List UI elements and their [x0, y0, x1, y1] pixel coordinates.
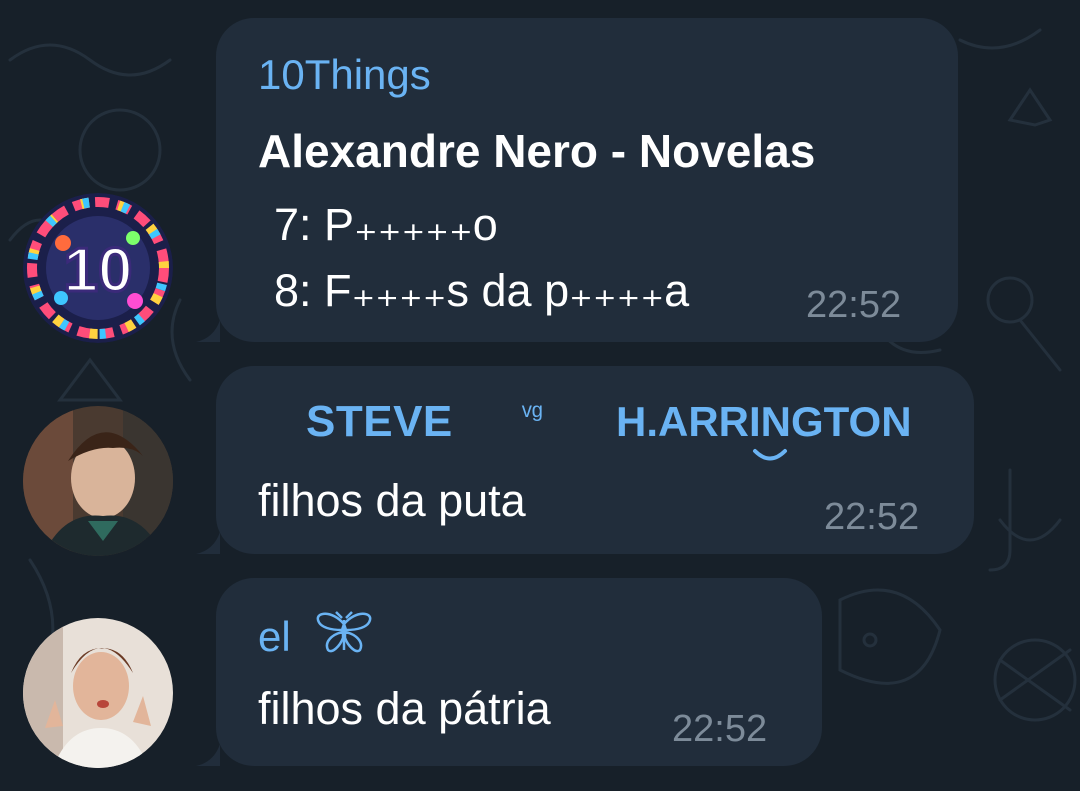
- sender-name[interactable]: 10Things: [258, 54, 431, 96]
- bubble-tail: [196, 532, 220, 554]
- message-bubble[interactable]: 10Things Alexandre Nero - Novelas 7: P₊₊…: [216, 18, 958, 342]
- avatar[interactable]: [23, 406, 173, 556]
- message-text: filhos da pátria: [258, 683, 551, 734]
- svg-text:10: 10: [64, 236, 133, 305]
- el-avatar: [23, 618, 173, 768]
- message-time: 22:52: [672, 708, 768, 750]
- 10things-avatar: 10: [23, 193, 173, 343]
- avatar[interactable]: 10: [23, 193, 173, 343]
- bubble-tail: [196, 320, 220, 342]
- sender-name[interactable]: el: [258, 616, 291, 658]
- message-time: 22:52: [824, 496, 920, 538]
- avatar[interactable]: [23, 618, 173, 768]
- butterfly-icon: [316, 611, 372, 653]
- message-bubble[interactable]: el filhos da pátria 22:52: [216, 578, 822, 766]
- message-time: 22:52: [806, 284, 902, 326]
- message-line: 8: F₊₊₊₊s da p₊₊₊₊a: [274, 265, 690, 316]
- message-bubble[interactable]: STEVE ᵛᵍ H.ARRINGTON filhos da puta 22:5…: [216, 366, 974, 554]
- smile-mark: [753, 449, 787, 461]
- message-text: filhos da puta: [258, 475, 526, 526]
- message-title: Alexandre Nero - Novelas: [258, 125, 816, 177]
- sender-name-separator: ᵛᵍ: [522, 398, 543, 431]
- bubble-tail: [196, 744, 220, 766]
- sender-name-part1[interactable]: STEVE: [306, 400, 453, 444]
- steve-avatar: [23, 406, 173, 556]
- sender-name-part2[interactable]: H.ARRINGTON: [616, 401, 912, 443]
- message-line: 7: P₊₊₊₊₊o: [274, 199, 498, 250]
